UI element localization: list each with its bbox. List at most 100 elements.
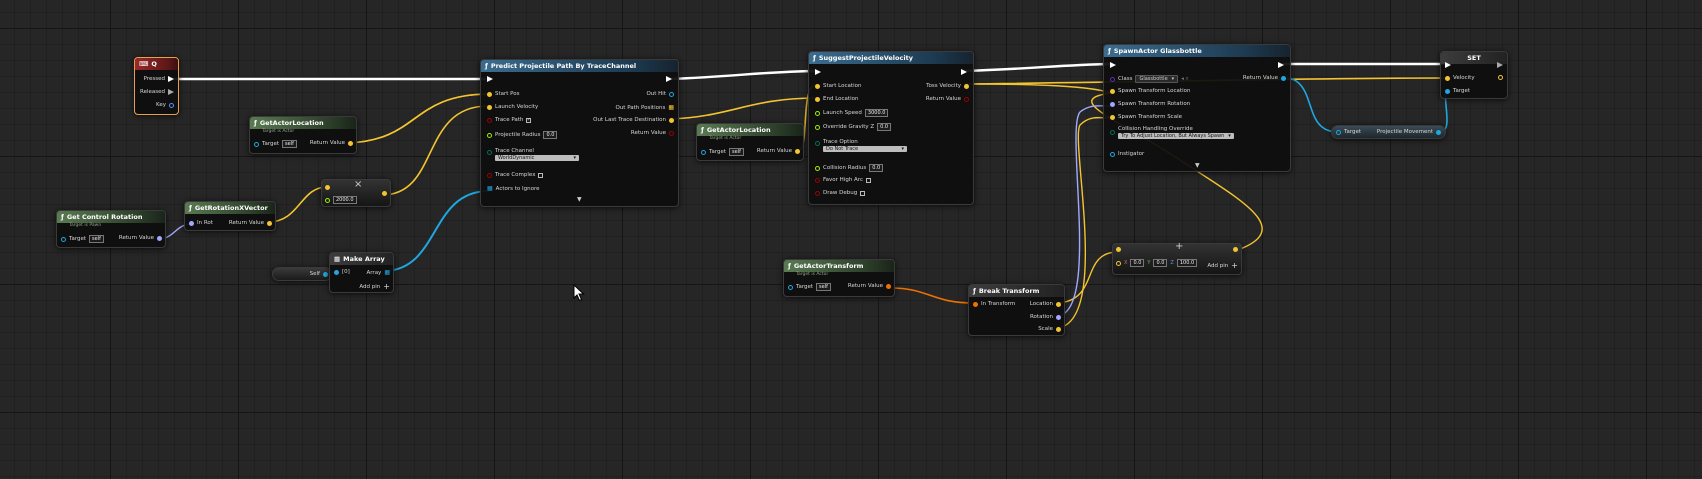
get-rotation-x-vector-node[interactable]: ƒ GetRotationXVector In Rot Return Value — [184, 201, 276, 231]
pin-target[interactable]: Target self — [701, 148, 744, 156]
launch-speed-field[interactable]: 3000.0 — [864, 109, 889, 117]
pin-location[interactable]: Location — [1030, 301, 1061, 307]
pin-projectile-movement[interactable]: Projectile Movement — [1377, 129, 1441, 135]
pin-collision-radius[interactable]: Collision Radius 0.0 — [815, 164, 884, 172]
pin-spawn-transform-rotation[interactable]: Spawn Transform Rotation — [1110, 101, 1190, 107]
pin-return-value[interactable]: Return Value — [757, 148, 800, 154]
expand-chevron-icon[interactable]: ▼ — [1195, 162, 1200, 169]
override-gravity-field[interactable]: 0.0 — [877, 123, 892, 131]
pin-collision-handling-override[interactable]: Collision Handling Override Try To Adjus… — [1110, 126, 1234, 139]
expand-chevron-icon[interactable]: ▼ — [577, 196, 582, 203]
draw-debug-checkbox[interactable] — [860, 190, 866, 196]
vector-z-field[interactable]: 100.0 — [1176, 259, 1198, 267]
pin-return-value[interactable]: Return Value — [119, 235, 162, 241]
spawn-actor-node[interactable]: ƒ SpawnActor Glassbottle Class Glassbottle… — [1103, 44, 1291, 172]
predict-projectile-path-node[interactable]: ƒ Predict Projectile Path By TraceChannel… — [480, 59, 679, 207]
pin-return-value[interactable]: Return Value — [631, 130, 674, 136]
pin-start-pos[interactable]: Start Pos — [487, 91, 520, 97]
pin-key[interactable]: Key — [156, 102, 174, 108]
pin-exec-out[interactable] — [1497, 62, 1503, 68]
pin-exec-out[interactable] — [961, 69, 967, 75]
pin-spawn-transform-location[interactable]: Spawn Transform Location — [1110, 88, 1190, 94]
vector-x-field[interactable]: 0.0 — [1130, 259, 1145, 267]
browse-icon[interactable]: ◂ ⌕ — [1181, 76, 1189, 83]
pin-trace-option[interactable]: Trace Option Do Not Trace ▾ — [815, 139, 907, 152]
trace-complex-checkbox[interactable] — [538, 172, 544, 178]
pin-in-transform[interactable]: In Transform — [973, 301, 1015, 307]
class-dropdown[interactable]: Glassbottle ▾ — [1135, 75, 1179, 83]
pin-start-location[interactable]: Start Location — [815, 83, 861, 89]
pin-target[interactable]: Target self — [254, 140, 297, 148]
pin-velocity[interactable]: Velocity — [1445, 75, 1475, 81]
vector-y-field[interactable]: 0.0 — [1153, 259, 1168, 267]
target-value-field[interactable]: self — [729, 148, 744, 156]
pin-exec-out[interactable] — [1278, 62, 1284, 68]
pin-b[interactable]: X 0.0 Y 0.0 Z 100.0 — [1116, 259, 1198, 267]
pin-a[interactable] — [1116, 247, 1121, 252]
pin-array[interactable]: ▦ Array — [367, 269, 391, 276]
pin-target[interactable]: Target self — [788, 283, 831, 291]
pin-spawn-transform-scale[interactable]: Spawn Transform Scale — [1110, 114, 1182, 120]
target-value-field[interactable]: self — [816, 283, 831, 291]
pin-trace-channel[interactable]: Trace Channel WorldDynamic ▾ — [487, 148, 579, 161]
pin-actors-to-ignore[interactable]: ▦ Actors to Ignore — [487, 185, 540, 192]
pin-in-rot[interactable]: In Rot — [189, 220, 213, 226]
get-actor-location-node[interactable]: ƒ GetActorLocation Target is Actor Target… — [249, 116, 357, 154]
suggest-projectile-velocity-node[interactable]: ƒ SuggestProjectileVelocity Start Locatio… — [808, 51, 974, 205]
pin-projectile-radius[interactable]: Projectile Radius 0.0 — [487, 131, 558, 139]
target-value-field[interactable]: self — [89, 235, 104, 243]
multiply-node[interactable]: × 2000.0 — [321, 179, 391, 207]
collision-radius-field[interactable]: 0.0 — [869, 164, 884, 172]
pin-favor-high-arc[interactable]: Favor High Arc — [815, 177, 871, 183]
pin-exec-in[interactable] — [1445, 62, 1451, 68]
add-pin-button[interactable]: + Add pin — [359, 282, 390, 291]
pin-array-index-0[interactable]: [0] — [334, 269, 350, 275]
make-array-node[interactable]: ▦ Make Array [0] ▦ Array + Add pin — [329, 252, 394, 293]
projectile-movement-getter-node[interactable]: Target Projectile Movement — [1331, 125, 1446, 139]
pin-draw-debug[interactable]: Draw Debug — [815, 190, 866, 196]
pin-velocity-out[interactable] — [1498, 75, 1503, 80]
pin-b[interactable]: 2000.0 — [325, 196, 357, 204]
get-actor-location-node-2[interactable]: ƒ GetActorLocation Target is Actor Target… — [696, 123, 804, 161]
pin-scale[interactable]: Scale — [1038, 326, 1061, 332]
pin-target[interactable]: Target self — [61, 235, 104, 243]
pin-launch-speed[interactable]: Launch Speed 3000.0 — [815, 109, 889, 117]
pin-out-path-positions[interactable]: ▦ Out Path Positions — [615, 104, 674, 111]
pin-out-hit[interactable]: Out Hit — [646, 91, 674, 97]
pin-self[interactable]: Self — [310, 271, 328, 277]
pin-return-value[interactable]: Return Value — [848, 283, 891, 289]
multiplier-field[interactable]: 2000.0 — [333, 196, 357, 204]
pin-return-value[interactable]: Return Value — [310, 140, 353, 146]
pin-return-value[interactable]: Return Value — [926, 96, 969, 102]
self-reference-node[interactable]: Self — [272, 267, 332, 281]
pin-target[interactable]: Target — [1336, 129, 1361, 135]
pin-exec-in[interactable] — [487, 76, 493, 82]
pin-return-value[interactable]: Return Value — [1243, 75, 1286, 81]
pin-rotation[interactable]: Rotation — [1030, 314, 1061, 320]
pin-result[interactable] — [1233, 247, 1238, 252]
get-control-rotation-node[interactable]: ƒ Get Control Rotation Target is Pawn Tar… — [56, 210, 166, 248]
pin-override-gravity[interactable]: Override Gravity Z 0.0 — [815, 123, 892, 131]
set-velocity-node[interactable]: SET Velocity Target — [1440, 51, 1508, 99]
pin-instigator[interactable]: Instigator — [1110, 151, 1144, 157]
pin-released[interactable]: Released — [140, 89, 174, 95]
pin-trace-path[interactable]: Trace Path ✓ — [487, 117, 532, 123]
pin-exec-in[interactable] — [815, 69, 821, 75]
break-transform-node[interactable]: ƒ Break Transform In Transform Location R… — [968, 284, 1065, 336]
add-pin-button[interactable]: + Add pin — [1207, 261, 1238, 270]
pin-target[interactable]: Target — [1445, 88, 1470, 94]
get-actor-transform-node[interactable]: ƒ GetActorTransform Target is Actor Targe… — [783, 259, 895, 297]
target-value-field[interactable]: self — [282, 140, 297, 148]
pin-result[interactable] — [382, 191, 387, 196]
pin-out-last-trace-destination[interactable]: Out Last Trace Destination — [593, 117, 674, 123]
pin-launch-velocity[interactable]: Launch Velocity — [487, 104, 538, 110]
vector-add-node[interactable]: + X 0.0 Y 0.0 Z 100.0 + Add pin — [1112, 241, 1242, 275]
pin-exec-out[interactable] — [666, 76, 672, 82]
pin-a[interactable] — [325, 185, 330, 190]
trace-path-checkbox[interactable]: ✓ — [526, 117, 532, 123]
pin-pressed[interactable]: Pressed — [144, 76, 174, 82]
projectile-radius-field[interactable]: 0.0 — [543, 131, 558, 139]
pin-class[interactable]: Class Glassbottle ▾ ◂ ⌕ — [1110, 75, 1189, 83]
pin-toss-velocity[interactable]: Toss Velocity — [926, 83, 969, 89]
favor-high-arc-checkbox[interactable] — [865, 177, 871, 183]
